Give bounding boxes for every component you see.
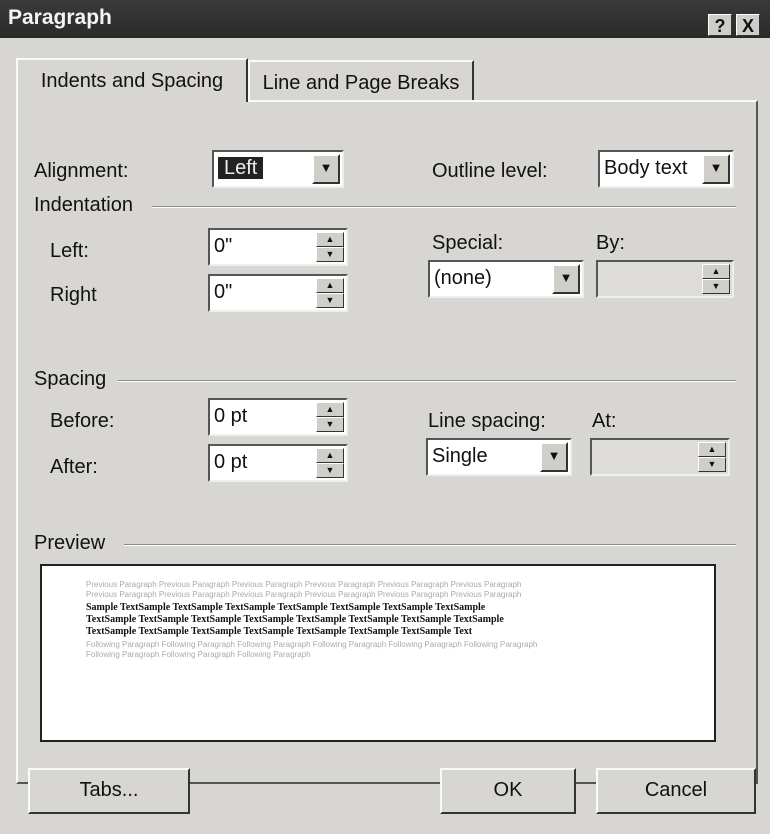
close-button[interactable]: X	[736, 14, 760, 36]
alignment-label: Alignment:	[34, 160, 129, 182]
preview-previous-line: Previous Paragraph Previous Paragraph Pr…	[86, 580, 522, 589]
spacing-group-label: Spacing	[34, 368, 107, 390]
after-label: After:	[50, 456, 98, 478]
preview-sample-line: Sample TextSample TextSample TextSample …	[86, 602, 486, 613]
right-indent-label: Right	[50, 284, 97, 306]
paragraph-dialog: Indents and Spacing Line and Page Breaks…	[0, 38, 770, 834]
tab-label: Indents and Spacing	[40, 70, 224, 92]
spin-up-button[interactable]: ▲	[316, 402, 344, 417]
alignment-value: Left	[218, 157, 264, 179]
outline-level-value: Body text	[604, 157, 688, 179]
left-indent-input[interactable]: 0" ▲ ▼	[208, 228, 348, 266]
preview-divider	[124, 544, 736, 546]
line-spacing-select[interactable]: Single ▼	[426, 438, 572, 476]
spinner-icon[interactable]: ▲ ▼	[316, 402, 344, 432]
chevron-down-icon[interactable]: ▼	[552, 264, 580, 294]
spin-down-button[interactable]: ▼	[316, 293, 344, 308]
right-indent-input[interactable]: 0" ▲ ▼	[208, 274, 348, 312]
alignment-select[interactable]: Left ▼	[212, 150, 344, 188]
preview-previous-line: Previous Paragraph Previous Paragraph Pr…	[86, 590, 522, 599]
outline-level-label: Outline level:	[432, 160, 548, 182]
spin-up-button[interactable]: ▲	[316, 448, 344, 463]
tab-line-and-page-breaks[interactable]: Line and Page Breaks	[248, 60, 474, 100]
spin-down-button[interactable]: ▼	[316, 463, 344, 478]
spin-up-button[interactable]: ▲	[316, 278, 344, 293]
preview-group-label: Preview	[34, 532, 106, 554]
spin-down-button[interactable]: ▼	[316, 247, 344, 262]
line-spacing-label: Line spacing:	[428, 410, 546, 432]
before-label: Before:	[50, 410, 115, 432]
indentation-group-label: Indentation	[34, 194, 133, 216]
special-value: (none)	[434, 267, 492, 289]
preview-sample-line: TextSample TextSample TextSample TextSam…	[86, 626, 473, 637]
spinner-icon[interactable]: ▲ ▼	[316, 448, 344, 478]
preview-following-line: Following Paragraph Following Paragraph …	[86, 650, 311, 659]
spin-up-button[interactable]: ▲	[702, 264, 730, 279]
window-title: Paragraph	[8, 6, 112, 29]
spinner-icon[interactable]: ▲ ▼	[698, 442, 726, 472]
cancel-button[interactable]: Cancel	[596, 768, 756, 814]
chevron-down-icon[interactable]: ▼	[312, 154, 340, 184]
line-spacing-value: Single	[432, 445, 488, 467]
before-value: 0 pt	[214, 405, 248, 427]
at-label: At:	[592, 410, 617, 432]
by-label: By:	[596, 232, 625, 254]
after-input[interactable]: 0 pt ▲ ▼	[208, 444, 348, 482]
spin-down-button[interactable]: ▼	[316, 417, 344, 432]
spacing-divider	[118, 380, 736, 382]
help-button[interactable]: ?	[708, 14, 732, 36]
spin-up-button[interactable]: ▲	[316, 232, 344, 247]
special-select[interactable]: (none) ▼	[428, 260, 584, 298]
ok-button[interactable]: OK	[440, 768, 576, 814]
spin-down-button[interactable]: ▼	[698, 457, 726, 472]
after-value: 0 pt	[214, 451, 248, 473]
indentation-divider	[152, 206, 736, 208]
left-indent-value: 0"	[214, 235, 233, 257]
preview-box: Previous Paragraph Previous Paragraph Pr…	[40, 564, 716, 742]
preview-sample-line: TextSample TextSample TextSample TextSam…	[86, 614, 504, 625]
spin-down-button[interactable]: ▼	[702, 279, 730, 294]
chevron-down-icon[interactable]: ▼	[540, 442, 568, 472]
spinner-icon[interactable]: ▲ ▼	[316, 278, 344, 308]
right-indent-value: 0"	[214, 281, 233, 303]
spinner-icon[interactable]: ▲ ▼	[702, 264, 730, 294]
before-input[interactable]: 0 pt ▲ ▼	[208, 398, 348, 436]
tab-label: Line and Page Breaks	[262, 72, 460, 94]
spinner-icon[interactable]: ▲ ▼	[316, 232, 344, 262]
at-input[interactable]: ▲ ▼	[590, 438, 730, 476]
tab-indents-and-spacing[interactable]: Indents and Spacing	[16, 58, 248, 102]
spin-up-button[interactable]: ▲	[698, 442, 726, 457]
chevron-down-icon[interactable]: ▼	[702, 154, 730, 184]
outline-level-select[interactable]: Body text ▼	[598, 150, 734, 188]
special-label: Special:	[432, 232, 504, 254]
by-input[interactable]: ▲ ▼	[596, 260, 734, 298]
preview-following-line: Following Paragraph Following Paragraph …	[86, 640, 538, 649]
title-bar: Paragraph ? X	[0, 0, 770, 38]
tabs-button[interactable]: Tabs...	[28, 768, 190, 814]
left-indent-label: Left:	[50, 240, 89, 262]
